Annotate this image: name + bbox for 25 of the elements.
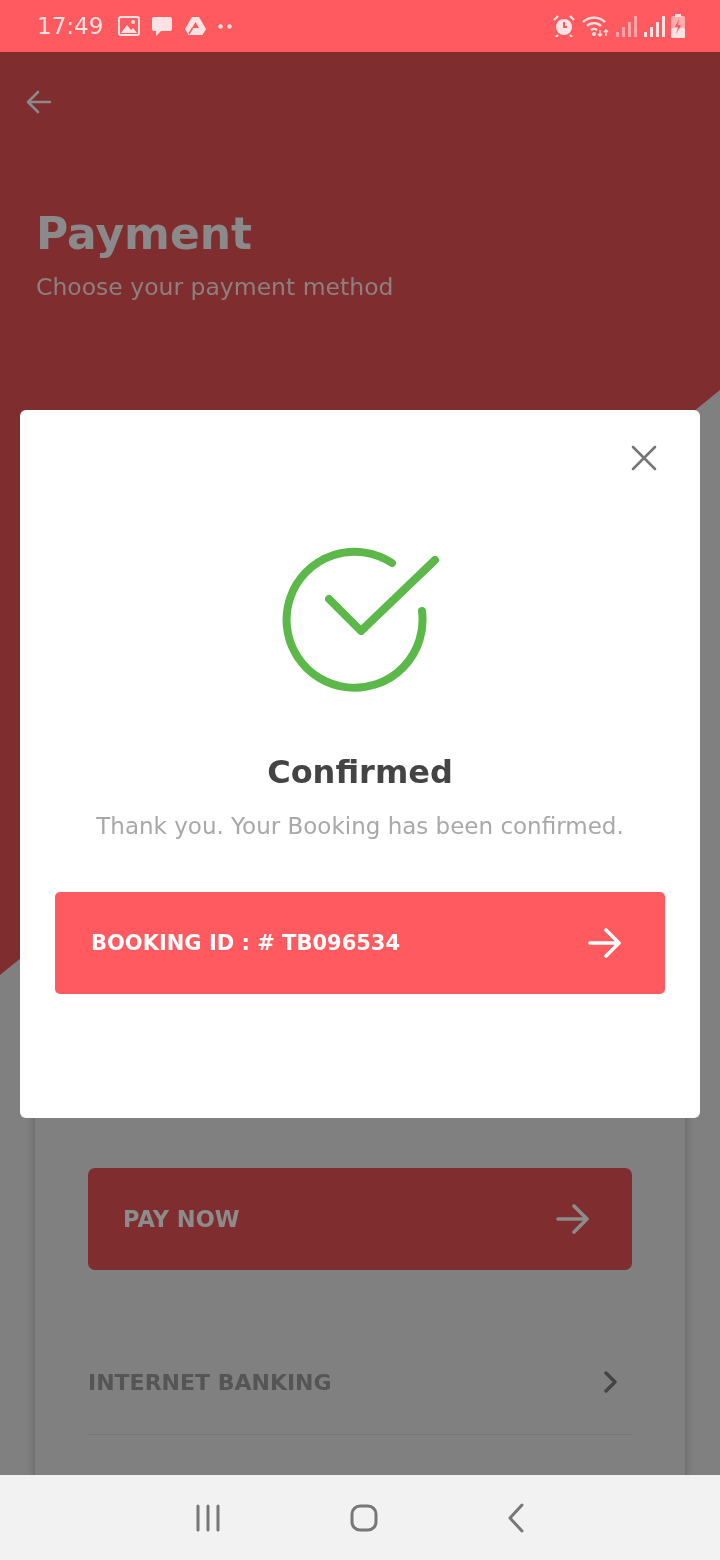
signal-icon	[615, 15, 637, 37]
recent-apps-icon[interactable]	[194, 1503, 221, 1532]
arrow-right-icon	[556, 1204, 590, 1234]
chevron-right-icon	[604, 1371, 618, 1393]
image-icon	[118, 16, 141, 36]
pay-now-button[interactable]: PAY NOW	[88, 1168, 632, 1270]
home-icon[interactable]	[350, 1503, 378, 1532]
status-time: 17:49	[37, 13, 104, 39]
page-title: Payment	[36, 208, 253, 260]
more-dots-icon	[218, 23, 233, 29]
arrow-right-icon	[588, 928, 622, 958]
dialog-message: Thank you. Your Booking has been confirmed.	[96, 812, 624, 840]
battery-icon	[671, 14, 685, 38]
check-circle-icon	[280, 546, 440, 692]
back-arrow-icon[interactable]	[26, 90, 52, 114]
booking-id-button[interactable]: BOOKING ID : # TB096534	[55, 892, 665, 994]
back-icon[interactable]	[507, 1502, 526, 1533]
signal-icon	[643, 15, 665, 37]
alarm-clock-icon	[553, 15, 575, 37]
message-icon	[151, 15, 174, 37]
close-icon[interactable]	[631, 445, 657, 471]
dialog-title: Confirmed	[267, 752, 453, 792]
page-subtitle: Choose your payment method	[36, 272, 394, 302]
triangle-icon	[184, 16, 208, 36]
wifi-icon	[581, 15, 609, 37]
